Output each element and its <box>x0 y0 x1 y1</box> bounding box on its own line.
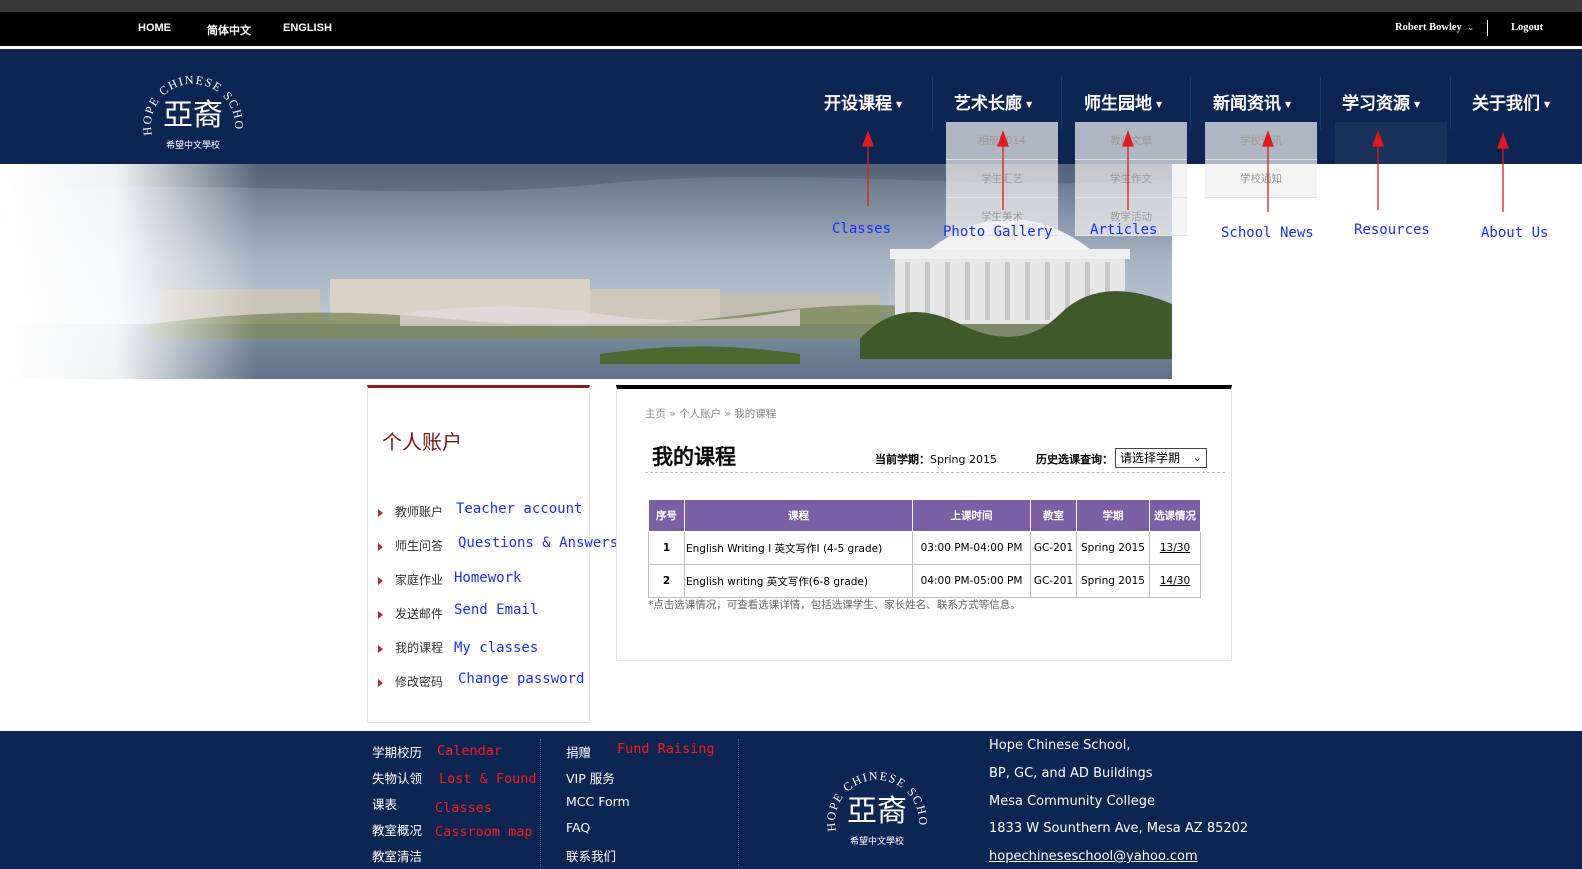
footer-link-contact[interactable]: 联系我们 <box>566 846 616 865</box>
divider <box>738 739 739 869</box>
chevron-down-icon: ⌄ <box>1192 451 1202 464</box>
classroom: GC-201 <box>1030 564 1077 598</box>
annotation-calendar: Calendar <box>437 743 503 759</box>
column-header: 上课时间 <box>912 499 1031 532</box>
sidebar-title: 个人账户 <box>382 430 462 454</box>
bullet-icon <box>378 542 383 551</box>
column-header: 选课情况 <box>1149 499 1201 532</box>
class-time: 04:00 PM-05:00 PM <box>912 564 1031 598</box>
sidebar-item-label: 教师账户 <box>395 505 444 519</box>
footer-link-mcc-form[interactable]: MCC Form <box>566 794 630 809</box>
annotation-school-news: School News <box>1221 225 1314 241</box>
annotation-articles: Articles <box>1090 222 1158 238</box>
bullet-icon <box>378 576 383 585</box>
courses-table: 序号 课程 上课时间 教室 学期 选课情况 1 English Writing … <box>648 499 1201 598</box>
footer-link-classroom[interactable]: 教室概况 <box>372 820 422 839</box>
bullet-icon <box>378 508 383 517</box>
sidebar-item-label: 师生问答 <box>395 539 444 553</box>
column-header: 课程 <box>684 499 913 532</box>
main-content: 主页 » 个人账户 » 我的课程 我的课程 当前学期：Spring 2015 历… <box>616 385 1232 661</box>
annotation-change-password: Change password <box>458 671 585 687</box>
annotation-classroom-map: Cassroom map <box>435 824 533 840</box>
footer-link-vip[interactable]: VIP 服务 <box>566 768 615 787</box>
site-footer: 学期校历 失物认领 课表 教室概况 教室清洁 捐赠 VIP 服务 MCC For… <box>0 731 1582 869</box>
annotation-homework: Homework <box>454 570 522 586</box>
sidebar-item-homework[interactable]: 家庭作业 <box>378 571 443 588</box>
annotation-send-email: Send Email <box>454 602 539 618</box>
bullet-icon <box>378 610 383 619</box>
table-row: 1 English Writing I 英文写作I (4-5 grade) 03… <box>648 531 1201 565</box>
bullet-icon <box>378 678 383 687</box>
history-label: 历史选课查询： <box>1036 453 1113 466</box>
email-link[interactable]: hopechineseschool@yahoo.com <box>989 849 1198 864</box>
address-line: BP, GC, and AD Buildings <box>989 766 1153 781</box>
footer-logo-glyphs: 亞裔 <box>847 794 907 829</box>
footer-link-classes[interactable]: 课表 <box>372 794 397 813</box>
divider <box>645 472 1225 473</box>
column-header: 学期 <box>1076 499 1150 532</box>
row-number: 2 <box>648 564 685 598</box>
table-row: 2 English writing 英文写作(6-8 grade) 04:00 … <box>648 564 1201 598</box>
annotation-classes-footer: Classes <box>435 800 492 816</box>
annotation-fund-raising: Fund Raising <box>617 741 715 757</box>
table-header-row: 序号 课程 上课时间 教室 学期 选课情况 <box>648 499 1201 532</box>
address-line: 1833 W Sounthern Ave, Mesa AZ 85202 <box>989 821 1249 836</box>
page-title: 我的课程 <box>652 445 736 469</box>
sidebar-item-label: 发送邮件 <box>395 607 444 621</box>
course-name: English Writing I 英文写作I (4-5 grade) <box>684 531 913 565</box>
annotation-my-classes: My classes <box>454 640 539 656</box>
divider <box>540 739 541 869</box>
table-note: *点击选课情况，可查看选课详情，包括选课学生、家长姓名、联系方式等信息。 <box>648 599 1021 611</box>
annotation-questions-answers: Questions & Answers <box>458 535 619 551</box>
column-header: 序号 <box>648 499 685 532</box>
annotation-resources: Resources <box>1354 222 1430 238</box>
class-time: 03:00 PM-04:00 PM <box>912 531 1031 565</box>
enrollment-link[interactable]: 14/30 <box>1149 564 1201 598</box>
column-header: 教室 <box>1030 499 1077 532</box>
footer-link-calendar[interactable]: 学期校历 <box>372 742 422 761</box>
footer-logo-sub-text: 希望中文學校 <box>850 835 904 847</box>
annotation-lost-found: Lost & Found <box>439 771 537 787</box>
bullet-icon <box>378 644 383 653</box>
footer-link-faq[interactable]: FAQ <box>566 820 590 835</box>
breadcrumb: 主页 » 个人账户 » 我的课程 <box>645 408 777 420</box>
footer-link-donate[interactable]: 捐赠 <box>566 742 591 761</box>
sidebar-item-teacher-account[interactable]: 教师账户 <box>378 503 443 520</box>
course-name: English writing 英文写作(6-8 grade) <box>684 564 913 598</box>
sidebar-item-label: 修改密码 <box>395 675 444 689</box>
current-term-label: 当前学期： <box>875 453 930 466</box>
term: Spring 2015 <box>1076 564 1150 598</box>
footer-logo: HOPE CHINESE SCHOOL 亞裔 希望中文學校 <box>822 753 929 847</box>
annotation-photo-gallery: Photo Gallery <box>943 224 1053 240</box>
row-number: 1 <box>648 531 685 565</box>
current-term-value: Spring 2015 <box>930 453 997 466</box>
address-line: Mesa Community College <box>989 794 1155 809</box>
sidebar-item-label: 我的课程 <box>395 641 444 655</box>
footer-link-lost-found[interactable]: 失物认领 <box>372 768 422 787</box>
sidebar-item-send-email[interactable]: 发送邮件 <box>378 605 443 622</box>
annotation-about-us: About Us <box>1481 225 1549 241</box>
sidebar-item-my-classes[interactable]: 我的课程 <box>378 639 443 656</box>
annotation-classes: Classes <box>832 221 892 237</box>
current-term: 当前学期：Spring 2015 <box>875 451 997 467</box>
footer-link-cleaning[interactable]: 教室清洁 <box>372 846 422 865</box>
address-line: Hope Chinese School, <box>989 738 1131 753</box>
term: Spring 2015 <box>1076 531 1150 565</box>
classroom: GC-201 <box>1030 531 1077 565</box>
sidebar-item-qa[interactable]: 师生问答 <box>378 537 443 554</box>
sidebar-item-label: 家庭作业 <box>395 573 444 587</box>
annotation-teacher-account: Teacher account <box>456 501 583 517</box>
enrollment-link[interactable]: 13/30 <box>1149 531 1201 565</box>
term-select[interactable]: 请选择学期 ⌄ <box>1115 448 1207 468</box>
term-select-value: 请选择学期 <box>1120 451 1181 465</box>
sidebar-item-change-password[interactable]: 修改密码 <box>378 673 443 690</box>
